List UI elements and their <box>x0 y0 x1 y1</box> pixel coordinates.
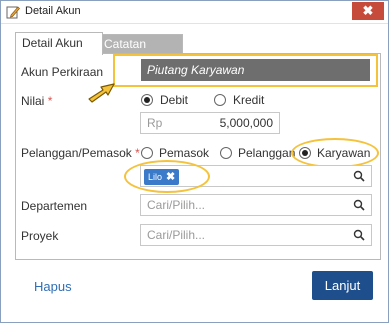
radio-debit[interactable] <box>141 94 153 106</box>
window-title: Detail Akun <box>25 5 81 17</box>
amount-input[interactable]: Rp 5,000,000 <box>140 112 280 134</box>
search-icon[interactable] <box>353 199 365 211</box>
amount-value: 5,000,000 <box>219 116 273 130</box>
delete-button[interactable]: Hapus <box>34 279 72 294</box>
project-placeholder: Cari/Pilih... <box>147 228 206 242</box>
currency-prefix: Rp <box>147 116 163 130</box>
radio-pemasok-label: Pemasok <box>159 146 210 160</box>
dialog-window: Detail Akun ✖ Detail Akun Catatan Detail… <box>0 0 389 323</box>
project-label: Proyek <box>21 229 59 243</box>
chip-highlight <box>124 160 210 193</box>
next-button[interactable]: Lanjut <box>312 271 373 300</box>
search-icon[interactable] <box>353 170 365 182</box>
close-button[interactable]: ✖ <box>352 2 384 20</box>
department-select[interactable]: Cari/Pilih... <box>140 194 372 216</box>
radio-kredit-label: Kredit <box>233 93 265 107</box>
department-placeholder: Cari/Pilih... <box>147 198 206 212</box>
tab-detail-akun[interactable]: Detail Akun <box>15 32 103 55</box>
department-label: Departemen <box>21 199 88 213</box>
account-field[interactable]: Piutang Karyawan <box>141 59 370 81</box>
account-label: Akun Perkiraan <box>21 65 104 79</box>
radio-debit-label: Debit <box>160 93 189 107</box>
tab-catatan-detail[interactable]: Catatan Detail <box>97 34 183 70</box>
pencil-icon <box>6 6 20 19</box>
radio-pemasok[interactable] <box>141 147 153 159</box>
radio-karyawan[interactable] <box>299 147 311 159</box>
project-select[interactable]: Cari/Pilih... <box>140 224 372 246</box>
arrow-pointer-icon <box>88 83 115 103</box>
title-bar: Detail Akun ✖ <box>1 1 388 24</box>
nilai-label: Nilai * <box>21 94 53 108</box>
radio-pelanggan-label: Pelanggan <box>238 146 296 160</box>
radio-pelanggan[interactable] <box>220 147 232 159</box>
party-label: Pelanggan/Pemasok * <box>21 146 140 160</box>
radio-karyawan-label: Karyawan <box>317 146 371 160</box>
search-icon[interactable] <box>353 229 365 241</box>
radio-kredit[interactable] <box>214 94 226 106</box>
